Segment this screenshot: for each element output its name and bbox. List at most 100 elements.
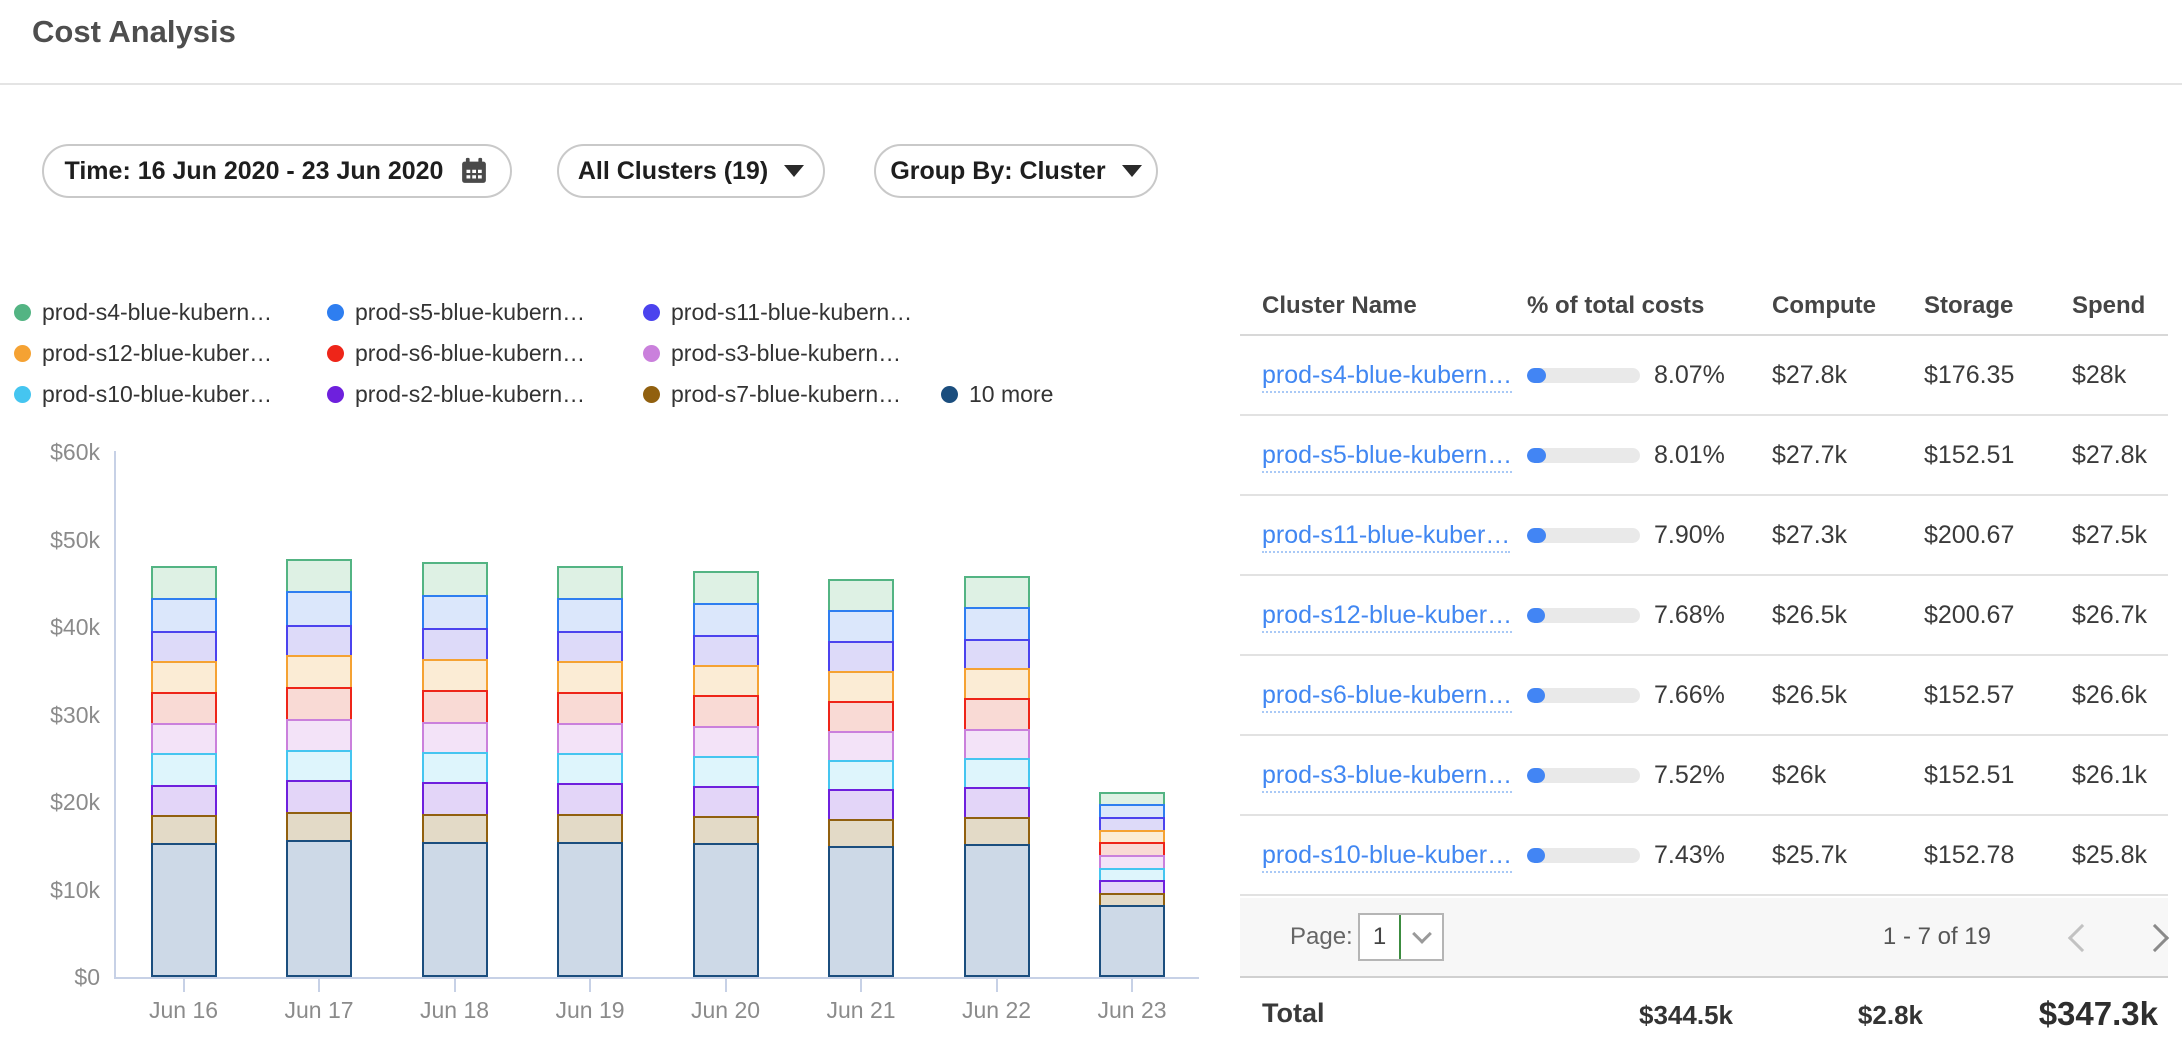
- bar-segment[interactable]: [693, 665, 759, 698]
- cluster-name-link[interactable]: prod-s6-blue-kubern…: [1262, 681, 1512, 713]
- bar-segment[interactable]: [286, 719, 352, 752]
- spend-value: $26.1k: [2072, 761, 2168, 790]
- bar-segment[interactable]: [693, 786, 759, 819]
- legend-item[interactable]: prod-s7-blue-kubern…: [643, 381, 901, 407]
- bar-segment[interactable]: [422, 752, 488, 784]
- bar-segment[interactable]: [693, 571, 759, 605]
- legend-item[interactable]: prod-s6-blue-kubern…: [327, 340, 585, 366]
- bar-segment[interactable]: [557, 753, 623, 785]
- bar-segment[interactable]: [693, 603, 759, 638]
- pct-of-total-cell: 7.43%: [1527, 841, 1772, 870]
- cluster-name-link[interactable]: prod-s4-blue-kubern…: [1262, 361, 1512, 393]
- col-header-spend: Spend: [2072, 292, 2168, 320]
- bar-segment[interactable]: [693, 843, 759, 977]
- next-page-chevron-icon[interactable]: [2141, 924, 2169, 952]
- bar-segment[interactable]: [422, 595, 488, 631]
- bar-segment[interactable]: [286, 840, 352, 977]
- bar-segment[interactable]: [964, 787, 1030, 819]
- legend-item[interactable]: prod-s4-blue-kubern…: [14, 299, 272, 325]
- bar-segment[interactable]: [693, 635, 759, 667]
- bar-segment[interactable]: [286, 750, 352, 783]
- bar-segment[interactable]: [151, 723, 217, 755]
- bar-segment[interactable]: [828, 701, 894, 734]
- bar-segment[interactable]: [422, 628, 488, 661]
- bar-segment[interactable]: [151, 631, 217, 664]
- bar-segment[interactable]: [964, 698, 1030, 731]
- legend-item[interactable]: 10 more: [941, 381, 1053, 407]
- bar-segment[interactable]: [151, 661, 217, 694]
- bar-segment[interactable]: [286, 655, 352, 689]
- legend-item[interactable]: prod-s5-blue-kubern…: [327, 299, 585, 325]
- page-number-select[interactable]: 1: [1358, 913, 1444, 961]
- bar-segment[interactable]: [422, 562, 488, 597]
- bar-segment[interactable]: [151, 598, 217, 633]
- cluster-name-link[interactable]: prod-s10-blue-kuber…: [1262, 841, 1512, 873]
- y-axis-tick-label: $20k: [0, 789, 100, 816]
- bar-segment[interactable]: [557, 566, 623, 601]
- bar-segment[interactable]: [151, 692, 217, 726]
- bar-segment[interactable]: [557, 631, 623, 664]
- bar-segment[interactable]: [151, 566, 217, 601]
- clusters-filter-dropdown[interactable]: All Clusters (19): [557, 144, 825, 198]
- bar-segment[interactable]: [151, 785, 217, 818]
- cluster-name-link[interactable]: prod-s11-blue-kuber…: [1262, 521, 1510, 553]
- compute-value: $27.8k: [1772, 361, 1924, 390]
- bar-segment[interactable]: [557, 842, 623, 978]
- bar-segment[interactable]: [286, 780, 352, 814]
- bar-segment[interactable]: [422, 814, 488, 845]
- group-by-dropdown[interactable]: Group By: Cluster: [874, 144, 1158, 198]
- bar-segment[interactable]: [422, 782, 488, 816]
- bar-segment[interactable]: [828, 819, 894, 849]
- bar-segment[interactable]: [693, 695, 759, 728]
- bar-segment[interactable]: [964, 576, 1030, 609]
- bar-segment[interactable]: [693, 816, 759, 846]
- legend-item[interactable]: prod-s12-blue-kuber…: [14, 340, 272, 366]
- legend-item[interactable]: prod-s11-blue-kubern…: [643, 299, 912, 325]
- bar-segment[interactable]: [557, 783, 623, 816]
- bar-segment[interactable]: [828, 671, 894, 703]
- bar-segment[interactable]: [422, 722, 488, 755]
- bar-segment[interactable]: [422, 659, 488, 693]
- bar-segment[interactable]: [286, 559, 352, 594]
- cluster-name-link[interactable]: prod-s5-blue-kubern…: [1262, 441, 1512, 473]
- bar-segment[interactable]: [964, 729, 1030, 761]
- bar-segment[interactable]: [964, 817, 1030, 847]
- bar-segment[interactable]: [151, 815, 217, 846]
- bar-segment[interactable]: [422, 690, 488, 724]
- bar-segment[interactable]: [964, 607, 1030, 641]
- bar-segment[interactable]: [286, 625, 352, 658]
- bar-segment[interactable]: [964, 668, 1030, 700]
- bar-segment[interactable]: [151, 753, 217, 787]
- bar-segment[interactable]: [964, 844, 1030, 977]
- storage-value: $152.51: [1924, 761, 2072, 790]
- bar-segment[interactable]: [557, 598, 623, 633]
- cluster-name-link[interactable]: prod-s12-blue-kuber…: [1262, 601, 1512, 633]
- bar-segment[interactable]: [557, 723, 623, 755]
- prev-page-chevron-icon[interactable]: [2068, 924, 2096, 952]
- legend-item[interactable]: prod-s10-blue-kuber…: [14, 381, 272, 407]
- bar-segment[interactable]: [828, 579, 894, 612]
- bar-segment[interactable]: [828, 846, 894, 977]
- bar-segment[interactable]: [693, 756, 759, 788]
- bar-segment[interactable]: [286, 591, 352, 627]
- bar-segment[interactable]: [964, 639, 1030, 671]
- legend-item[interactable]: prod-s3-blue-kubern…: [643, 340, 901, 366]
- bar-segment[interactable]: [964, 758, 1030, 789]
- bar-segment[interactable]: [286, 687, 352, 722]
- bar-segment[interactable]: [828, 610, 894, 644]
- bar-segment[interactable]: [828, 731, 894, 762]
- legend-item[interactable]: prod-s2-blue-kubern…: [327, 381, 585, 407]
- bar-segment[interactable]: [151, 843, 217, 977]
- bar-segment[interactable]: [828, 760, 894, 791]
- cluster-name-link[interactable]: prod-s3-blue-kubern…: [1262, 761, 1512, 793]
- bar-segment[interactable]: [828, 641, 894, 673]
- bar-segment[interactable]: [1099, 905, 1165, 978]
- bar-segment[interactable]: [828, 789, 894, 821]
- bar-segment[interactable]: [422, 842, 488, 978]
- bar-segment[interactable]: [557, 661, 623, 694]
- time-range-filter[interactable]: Time: 16 Jun 2020 - 23 Jun 2020: [42, 144, 512, 198]
- bar-segment[interactable]: [557, 814, 623, 845]
- bar-segment[interactable]: [693, 726, 759, 758]
- bar-segment[interactable]: [557, 692, 623, 726]
- bar-segment[interactable]: [286, 812, 352, 843]
